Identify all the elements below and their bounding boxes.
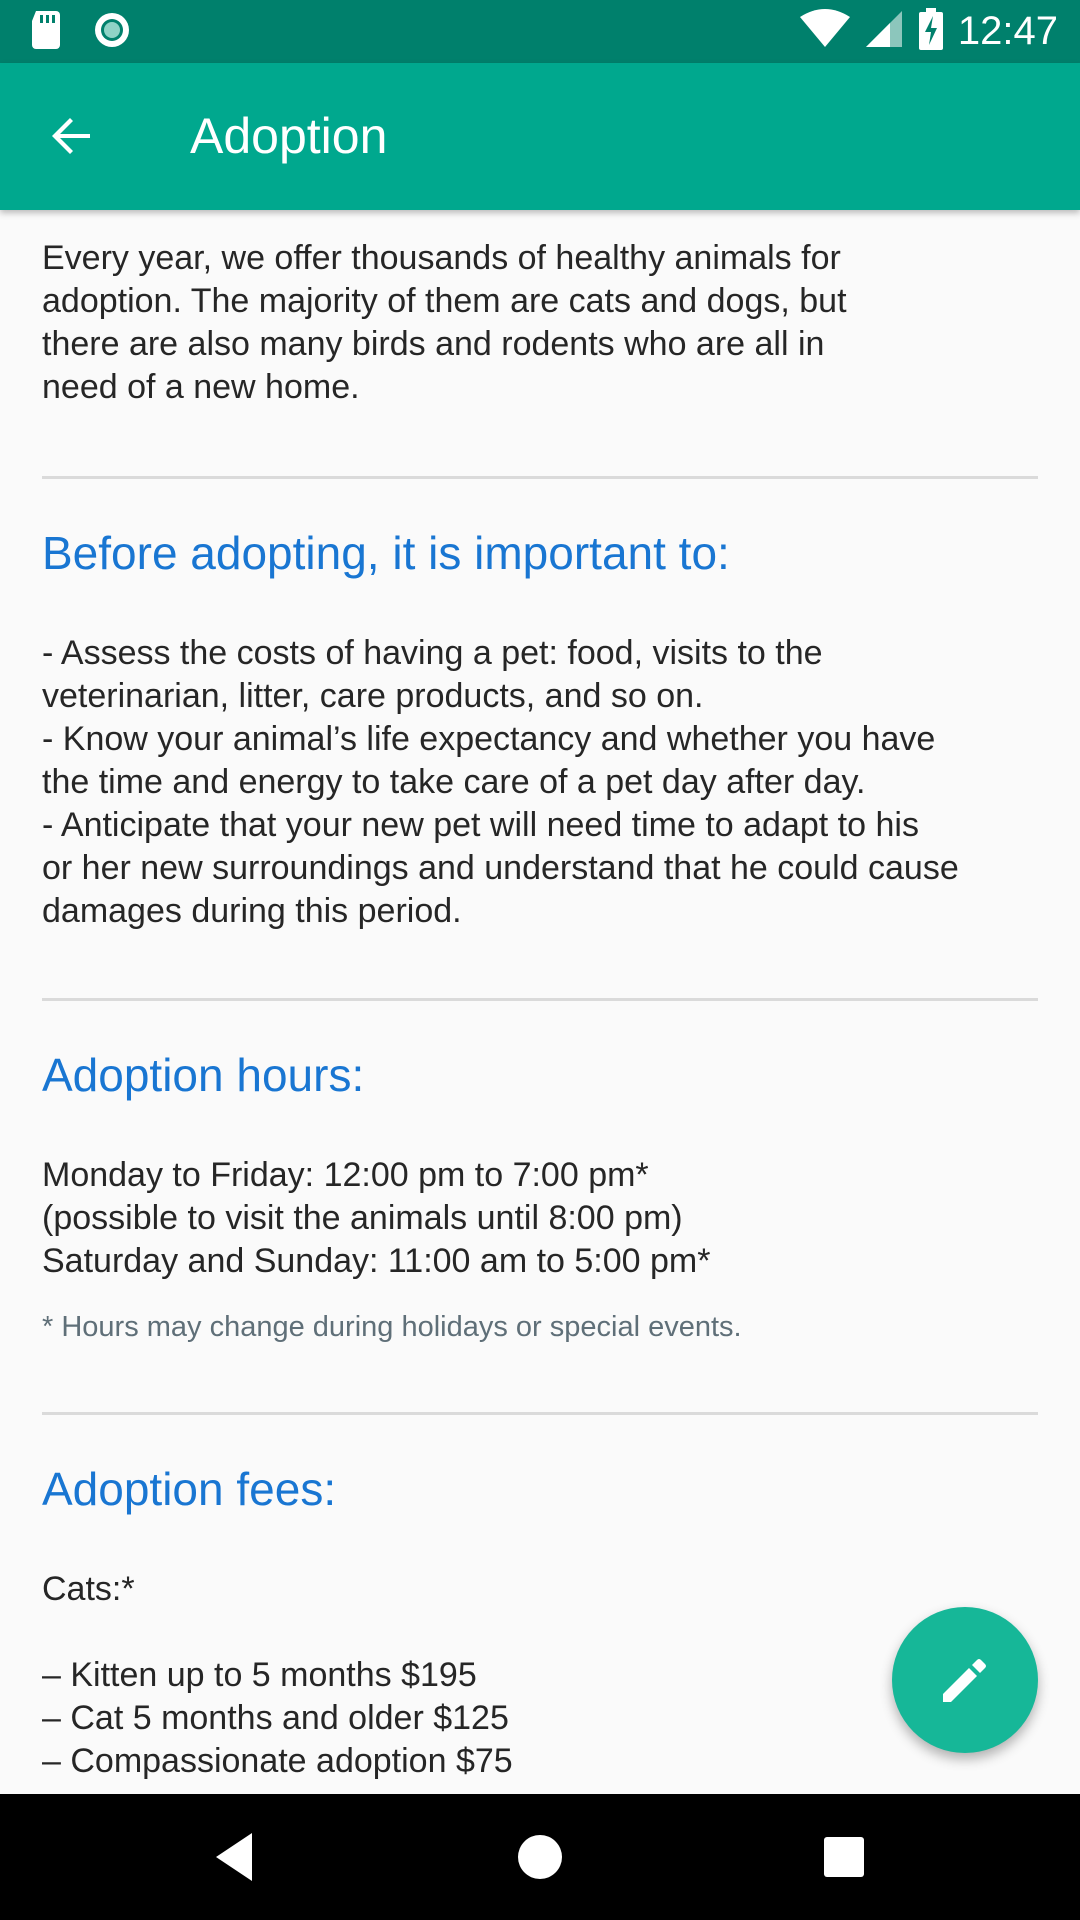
clock: 12:47 <box>957 9 1058 53</box>
adoption-fees-heading: Adoption fees: <box>42 1463 337 1515</box>
edit-fab-button[interactable] <box>892 1607 1038 1753</box>
adoption-hours-heading: Adoption hours: <box>42 1049 365 1101</box>
page-title: Adoption <box>190 108 388 164</box>
system-nav-bar <box>0 1794 1080 1920</box>
pencil-edit-icon <box>943 1659 986 1702</box>
nav-back-button[interactable] <box>206 1827 266 1887</box>
nav-home-button[interactable] <box>510 1827 570 1887</box>
battery-charging-icon <box>918 7 944 55</box>
fees-cats-label: Cats:* <box>42 1570 135 1608</box>
app-bar: Adoption <box>0 63 1080 210</box>
intro-paragraph: Every year, we offer thousands of health… <box>42 239 847 406</box>
divider <box>42 998 1038 1001</box>
status-bar: 12:47 <box>0 0 1080 63</box>
hours-note: * Hours may change during holidays or sp… <box>42 1311 742 1343</box>
wifi-icon <box>799 8 850 54</box>
back-button[interactable] <box>40 105 104 169</box>
before-adopting-text: - Assess the costs of having a pet: food… <box>42 634 959 930</box>
before-adopting-heading: Before adopting, it is important to: <box>42 527 730 579</box>
nav-recents-button[interactable] <box>814 1827 874 1887</box>
divider <box>42 476 1038 479</box>
signal-icon <box>864 9 904 54</box>
adoption-hours-text: Monday to Friday: 12:00 pm to 7:00 pm* (… <box>42 1156 711 1280</box>
sync-circle-icon <box>92 10 132 55</box>
nav-recents-icon <box>824 1837 864 1877</box>
content-scroll[interactable]: Every year, we offer thousands of health… <box>0 210 1080 1794</box>
arrow-back-icon <box>52 118 90 154</box>
divider <box>42 1412 1038 1415</box>
nav-back-icon <box>216 1833 252 1881</box>
nav-home-icon <box>518 1835 562 1879</box>
sd-card-icon <box>30 11 62 54</box>
